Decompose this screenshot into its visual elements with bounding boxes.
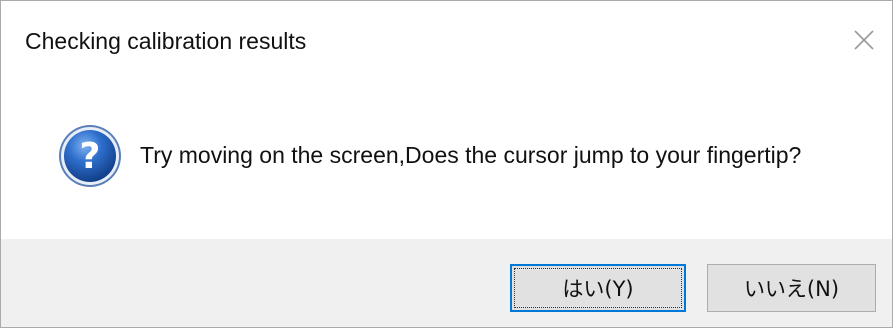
no-button-label: いいえ(N) — [743, 277, 840, 301]
close-icon — [854, 30, 874, 50]
question-icon: ? — [59, 125, 121, 187]
no-button[interactable]: いいえ(N) — [707, 264, 876, 312]
message-box-dialog: Checking calibration results ? Try movin… — [0, 0, 893, 328]
close-button[interactable] — [836, 17, 892, 63]
dialog-content: ? Try moving on the screen,Does the curs… — [1, 79, 892, 239]
svg-text:?: ? — [80, 136, 101, 177]
dialog-title: Checking calibration results — [25, 28, 307, 54]
yes-button-label: はい(Y) — [562, 277, 634, 301]
dialog-message: Try moving on the screen,Does the cursor… — [140, 142, 802, 168]
yes-button[interactable]: はい(Y) — [510, 264, 686, 312]
button-bar: はい(Y) いいえ(N) — [1, 239, 892, 327]
title-bar: Checking calibration results — [1, 1, 892, 79]
